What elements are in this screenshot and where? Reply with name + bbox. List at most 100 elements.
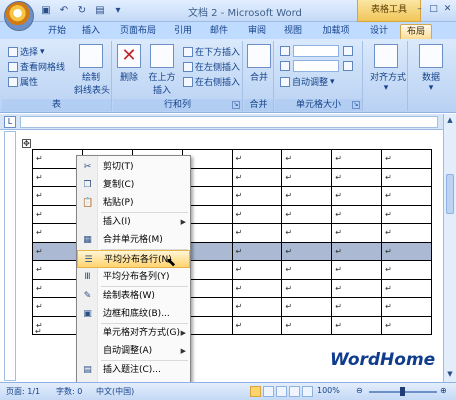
tab-references[interactable]: 引用 xyxy=(170,24,196,39)
table-cell[interactable]: ↵ xyxy=(381,167,432,187)
table-cell[interactable]: ↵ xyxy=(281,167,333,187)
table-cell[interactable]: ↵ xyxy=(331,186,383,206)
print-layout-view-icon[interactable] xyxy=(250,386,261,397)
table-cell[interactable]: ↵ xyxy=(281,149,333,169)
tab-view[interactable]: 视图 xyxy=(280,24,306,39)
table-cell[interactable]: ↵ xyxy=(231,204,283,224)
outline-view-icon[interactable] xyxy=(289,386,300,397)
web-layout-view-icon[interactable] xyxy=(276,386,287,397)
vertical-scrollbar[interactable]: ▲ ▼ xyxy=(443,114,456,382)
context-menu-item[interactable]: ❐ 复制(C) xyxy=(77,176,190,194)
page-indicator[interactable]: 页面: 1/1 xyxy=(6,386,40,397)
distribute-columns-ribbon-icon[interactable] xyxy=(343,61,353,71)
table-cell[interactable]: ↵ xyxy=(381,315,432,335)
view-gridlines-button[interactable]: 查看网格线 xyxy=(8,60,65,73)
context-menu-item[interactable]: ✂ 剪切(T) xyxy=(77,158,190,176)
table-cell[interactable]: ↵ xyxy=(331,278,383,298)
table-move-handle-icon[interactable]: ✥ xyxy=(22,139,31,148)
table-cell[interactable]: ↵ xyxy=(231,315,283,335)
table-cell[interactable]: ↵ xyxy=(281,315,333,335)
cell-size-launcher-icon[interactable]: ↘ xyxy=(352,101,360,109)
close-icon[interactable]: ✕ xyxy=(441,3,454,16)
save-icon[interactable]: ▣ xyxy=(38,3,54,19)
maximize-icon[interactable]: □ xyxy=(427,3,440,16)
table-cell[interactable]: ↵ xyxy=(381,204,432,224)
table-cell[interactable]: ↵ xyxy=(32,278,83,298)
tab-design[interactable]: 设计 xyxy=(366,24,392,39)
draw-diagonal-header-button[interactable]: 绘制 斜线表头 xyxy=(74,44,110,96)
table-cell[interactable]: ↵ xyxy=(281,241,333,261)
delete-button[interactable]: ✕ 删除 xyxy=(117,44,141,83)
alignment-button[interactable]: 对齐方式 ▾ xyxy=(370,44,406,93)
table-cell[interactable]: ↵ xyxy=(231,241,283,261)
table-cell[interactable]: ↵ xyxy=(32,167,83,187)
draft-view-icon[interactable] xyxy=(302,386,313,397)
table-cell[interactable]: ↵ xyxy=(331,204,383,224)
context-menu-item[interactable]: 单元格对齐方式(G) ▶ xyxy=(77,324,190,342)
context-menu-item[interactable]: ▦ 合并单元格(M) xyxy=(77,231,190,249)
qat-dropdown-icon[interactable]: ▾ xyxy=(110,3,126,19)
table-cell[interactable]: ↵ xyxy=(331,241,383,261)
undo-icon[interactable]: ↶ xyxy=(56,3,72,19)
table-cell[interactable]: ↵ xyxy=(231,186,283,206)
table-cell[interactable]: ↵ xyxy=(281,278,333,298)
table-cell[interactable]: ↵ xyxy=(381,241,432,261)
zoom-slider-thumb[interactable] xyxy=(400,387,405,396)
scroll-up-icon[interactable]: ▲ xyxy=(445,116,455,126)
distribute-rows-ribbon-icon[interactable] xyxy=(343,46,353,56)
table-cell[interactable]: ↵ xyxy=(281,297,333,317)
tab-layout[interactable]: 布局 xyxy=(400,24,432,39)
zoom-out-icon[interactable]: ⊖ xyxy=(356,386,363,395)
redo-icon[interactable]: ↻ xyxy=(74,3,90,19)
context-menu-item[interactable]: ▤ 插入题注(C)... xyxy=(77,361,190,379)
table-cell[interactable]: ↵ xyxy=(231,278,283,298)
table-cell[interactable]: ↵ xyxy=(32,186,83,206)
scroll-thumb[interactable] xyxy=(446,174,454,214)
minimize-icon[interactable]: – xyxy=(413,3,426,16)
table-cell[interactable]: ↵ xyxy=(281,186,333,206)
properties-button[interactable]: 属性 xyxy=(8,75,38,88)
insert-left-button[interactable]: 在左侧插入 xyxy=(183,60,240,73)
zoom-level[interactable]: 100% xyxy=(317,386,340,395)
tab-mailings[interactable]: 邮件 xyxy=(206,24,232,39)
context-menu-item[interactable]: 📋 粘贴(P) xyxy=(77,194,190,212)
table-cell[interactable]: ↵ xyxy=(331,315,383,335)
word-count[interactable]: 字数: 0 xyxy=(56,386,82,397)
context-menu-item[interactable]: ✎ 绘制表格(W) xyxy=(77,287,190,305)
table-cell[interactable]: ↵ xyxy=(231,167,283,187)
tab-review[interactable]: 审阅 xyxy=(244,24,270,39)
table-cell[interactable]: ↵ xyxy=(381,297,432,317)
table-cell[interactable]: ↵ xyxy=(32,260,83,280)
table-cell[interactable]: ↵ xyxy=(32,149,83,169)
vertical-ruler[interactable] xyxy=(4,131,16,381)
context-menu-item[interactable]: Ⅲ 平均分布各列(Y) xyxy=(77,268,190,286)
insert-above-button[interactable]: 在上方 插入 xyxy=(147,44,177,96)
full-screen-view-icon[interactable] xyxy=(263,386,274,397)
rows-columns-launcher-icon[interactable]: ↘ xyxy=(232,101,240,109)
table-cell[interactable]: ↵ xyxy=(331,297,383,317)
row-height-field[interactable] xyxy=(293,45,339,57)
open-icon[interactable]: ▤ xyxy=(92,3,108,19)
table-cell[interactable]: ↵ xyxy=(231,223,283,243)
office-button[interactable] xyxy=(4,1,34,31)
tab-page-layout[interactable]: 页面布局 xyxy=(117,24,159,39)
data-button[interactable]: 数据 ▾ xyxy=(415,44,447,93)
zoom-in-icon[interactable]: ⊕ xyxy=(440,386,447,395)
table-cell[interactable]: ↵ xyxy=(331,167,383,187)
table-cell[interactable]: ↵ xyxy=(381,149,432,169)
context-menu-item[interactable]: ▣ 边框和底纹(B)... xyxy=(77,305,190,323)
column-width-field[interactable] xyxy=(293,60,339,72)
tab-addins[interactable]: 加载项 xyxy=(318,24,354,39)
table-cell[interactable]: ↵ xyxy=(281,204,333,224)
table-cell[interactable]: ↵ xyxy=(331,149,383,169)
table-cell[interactable]: ↵ xyxy=(331,260,383,280)
table-cell[interactable]: ↵ xyxy=(231,260,283,280)
table-cell[interactable]: ↵ xyxy=(231,149,283,169)
tab-selector[interactable]: L xyxy=(4,116,16,128)
select-button[interactable]: 选择 ▾ xyxy=(8,45,45,58)
tab-insert[interactable]: 插入 xyxy=(78,24,104,39)
table-cell[interactable]: ↵ xyxy=(231,297,283,317)
table-cell[interactable]: ↵ xyxy=(381,223,432,243)
table-cell[interactable]: ↵ xyxy=(381,260,432,280)
table-cell[interactable]: ↵ xyxy=(381,278,432,298)
